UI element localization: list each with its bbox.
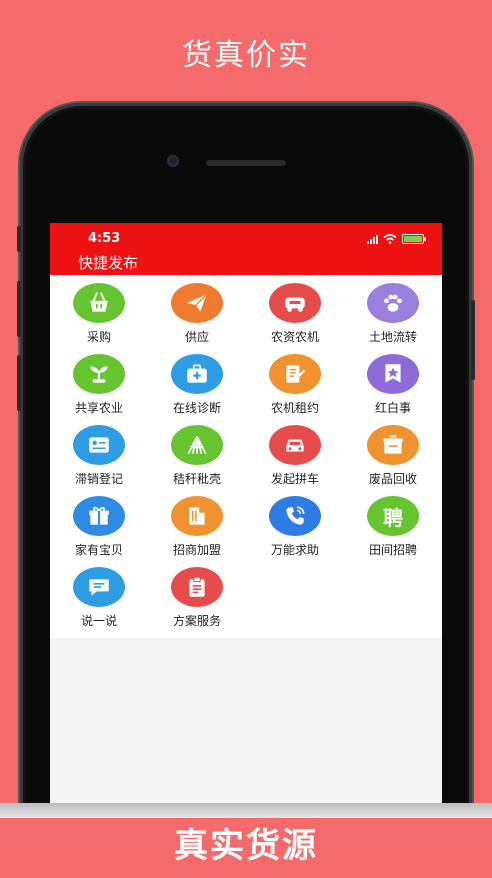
grid-item-label: 秸秆秕壳 <box>172 472 221 486</box>
grid-item[interactable]: 共享农业 <box>50 354 148 421</box>
grid-item-label: 共享农业 <box>74 401 123 415</box>
grid-item[interactable]: 土地流转 <box>344 283 442 350</box>
quick-publish-grid: 采购 供应 农资农机 土地流转共享农业 在线诊断 农机租约 红白事滞销登记 秸秆秕壳 发起拼车 废… <box>50 275 442 638</box>
straw-icon <box>171 425 223 465</box>
grid-item[interactable]: 红白事 <box>344 354 442 421</box>
grid-item[interactable]: 聘田间招聘 <box>344 496 442 563</box>
promo-top-caption: 货真价实 <box>182 38 310 73</box>
grid-item-label: 万能求助 <box>270 543 319 557</box>
promo-bottom-caption: 真实货源 <box>0 818 492 878</box>
grid-item-label: 红白事 <box>374 401 411 415</box>
grid-item-label: 废品回收 <box>368 472 417 486</box>
signal-icon <box>367 234 378 244</box>
grid-item[interactable]: 家有宝贝 <box>50 496 148 563</box>
grid-item-label: 农机租约 <box>270 401 319 415</box>
paw-icon <box>367 283 419 323</box>
paper-plane-icon <box>171 283 223 323</box>
grid-item-label: 招商加盟 <box>172 543 221 557</box>
front-camera <box>167 155 179 167</box>
grid-item[interactable]: 农机租约 <box>246 354 344 421</box>
contract-icon <box>269 354 321 394</box>
grid-item[interactable]: 秸秆秕壳 <box>148 425 246 492</box>
grid-item-label: 在线诊断 <box>172 401 221 415</box>
wifi-icon <box>383 234 397 244</box>
building-icon <box>171 496 223 536</box>
phone-frame: 4:53 快捷发布 采购 供应 农资农机 土地流转共享农业 在线诊断 农机租约 红白事滞销登… <box>17 103 475 863</box>
status-time: 4:53 <box>88 231 121 246</box>
recycle-box-icon <box>367 425 419 465</box>
grid-item-label: 农资农机 <box>270 330 319 344</box>
grid-item-label: 采购 <box>86 330 111 344</box>
grid-item-label: 说一说 <box>80 614 117 628</box>
grid-item[interactable]: 废品回收 <box>344 425 442 492</box>
sprout-icon <box>73 354 125 394</box>
clipboard-icon <box>171 567 223 607</box>
grid-item[interactable]: 说一说 <box>50 567 148 634</box>
grid-item[interactable]: 采购 <box>50 283 148 350</box>
tractor-icon <box>269 283 321 323</box>
grid-item-label: 家有宝贝 <box>74 543 123 557</box>
star-badge-icon <box>367 354 419 394</box>
status-icons <box>367 234 426 244</box>
grid-item-label: 供应 <box>184 330 209 344</box>
grid-item[interactable]: 农资农机 <box>246 283 344 350</box>
car-icon <box>269 425 321 465</box>
page-title: 快捷发布 <box>78 254 139 272</box>
mute-switch <box>17 226 21 252</box>
grid-item[interactable]: 招商加盟 <box>148 496 246 563</box>
id-card-icon <box>73 425 125 465</box>
grid-item[interactable]: 方案服务 <box>148 567 246 634</box>
recruit-icon: 聘 <box>367 496 419 536</box>
grid-item[interactable]: 发起拼车 <box>246 425 344 492</box>
grid-item-label: 发起拼车 <box>270 472 319 486</box>
grid-item-label: 土地流转 <box>368 330 417 344</box>
grid-item[interactable]: 万能求助 <box>246 496 344 563</box>
grid-item-label: 田间招聘 <box>368 543 417 557</box>
recruit-glyph: 聘 <box>383 505 403 530</box>
chat-icon <box>73 567 125 607</box>
grid-item[interactable]: 在线诊断 <box>148 354 246 421</box>
grid-item[interactable]: 供应 <box>148 283 246 350</box>
phone-call-icon <box>269 496 321 536</box>
earpiece-speaker <box>206 160 286 166</box>
volume-down-button <box>17 355 21 411</box>
medical-kit-icon <box>171 354 223 394</box>
battery-icon <box>402 234 426 244</box>
grid-item-label: 方案服务 <box>172 614 221 628</box>
volume-up-button <box>17 281 21 337</box>
phone-bottom-edge <box>0 803 492 818</box>
grid-item-label: 滞销登记 <box>74 472 123 486</box>
app-header: 4:53 快捷发布 <box>50 223 442 275</box>
power-button <box>471 300 475 380</box>
grid-item[interactable]: 滞销登记 <box>50 425 148 492</box>
shopping-basket-icon <box>73 283 125 323</box>
gift-icon <box>73 496 125 536</box>
phone-screen: 4:53 快捷发布 采购 供应 农资农机 土地流转共享农业 在线诊断 农机租约 红白事滞销登… <box>50 223 442 823</box>
